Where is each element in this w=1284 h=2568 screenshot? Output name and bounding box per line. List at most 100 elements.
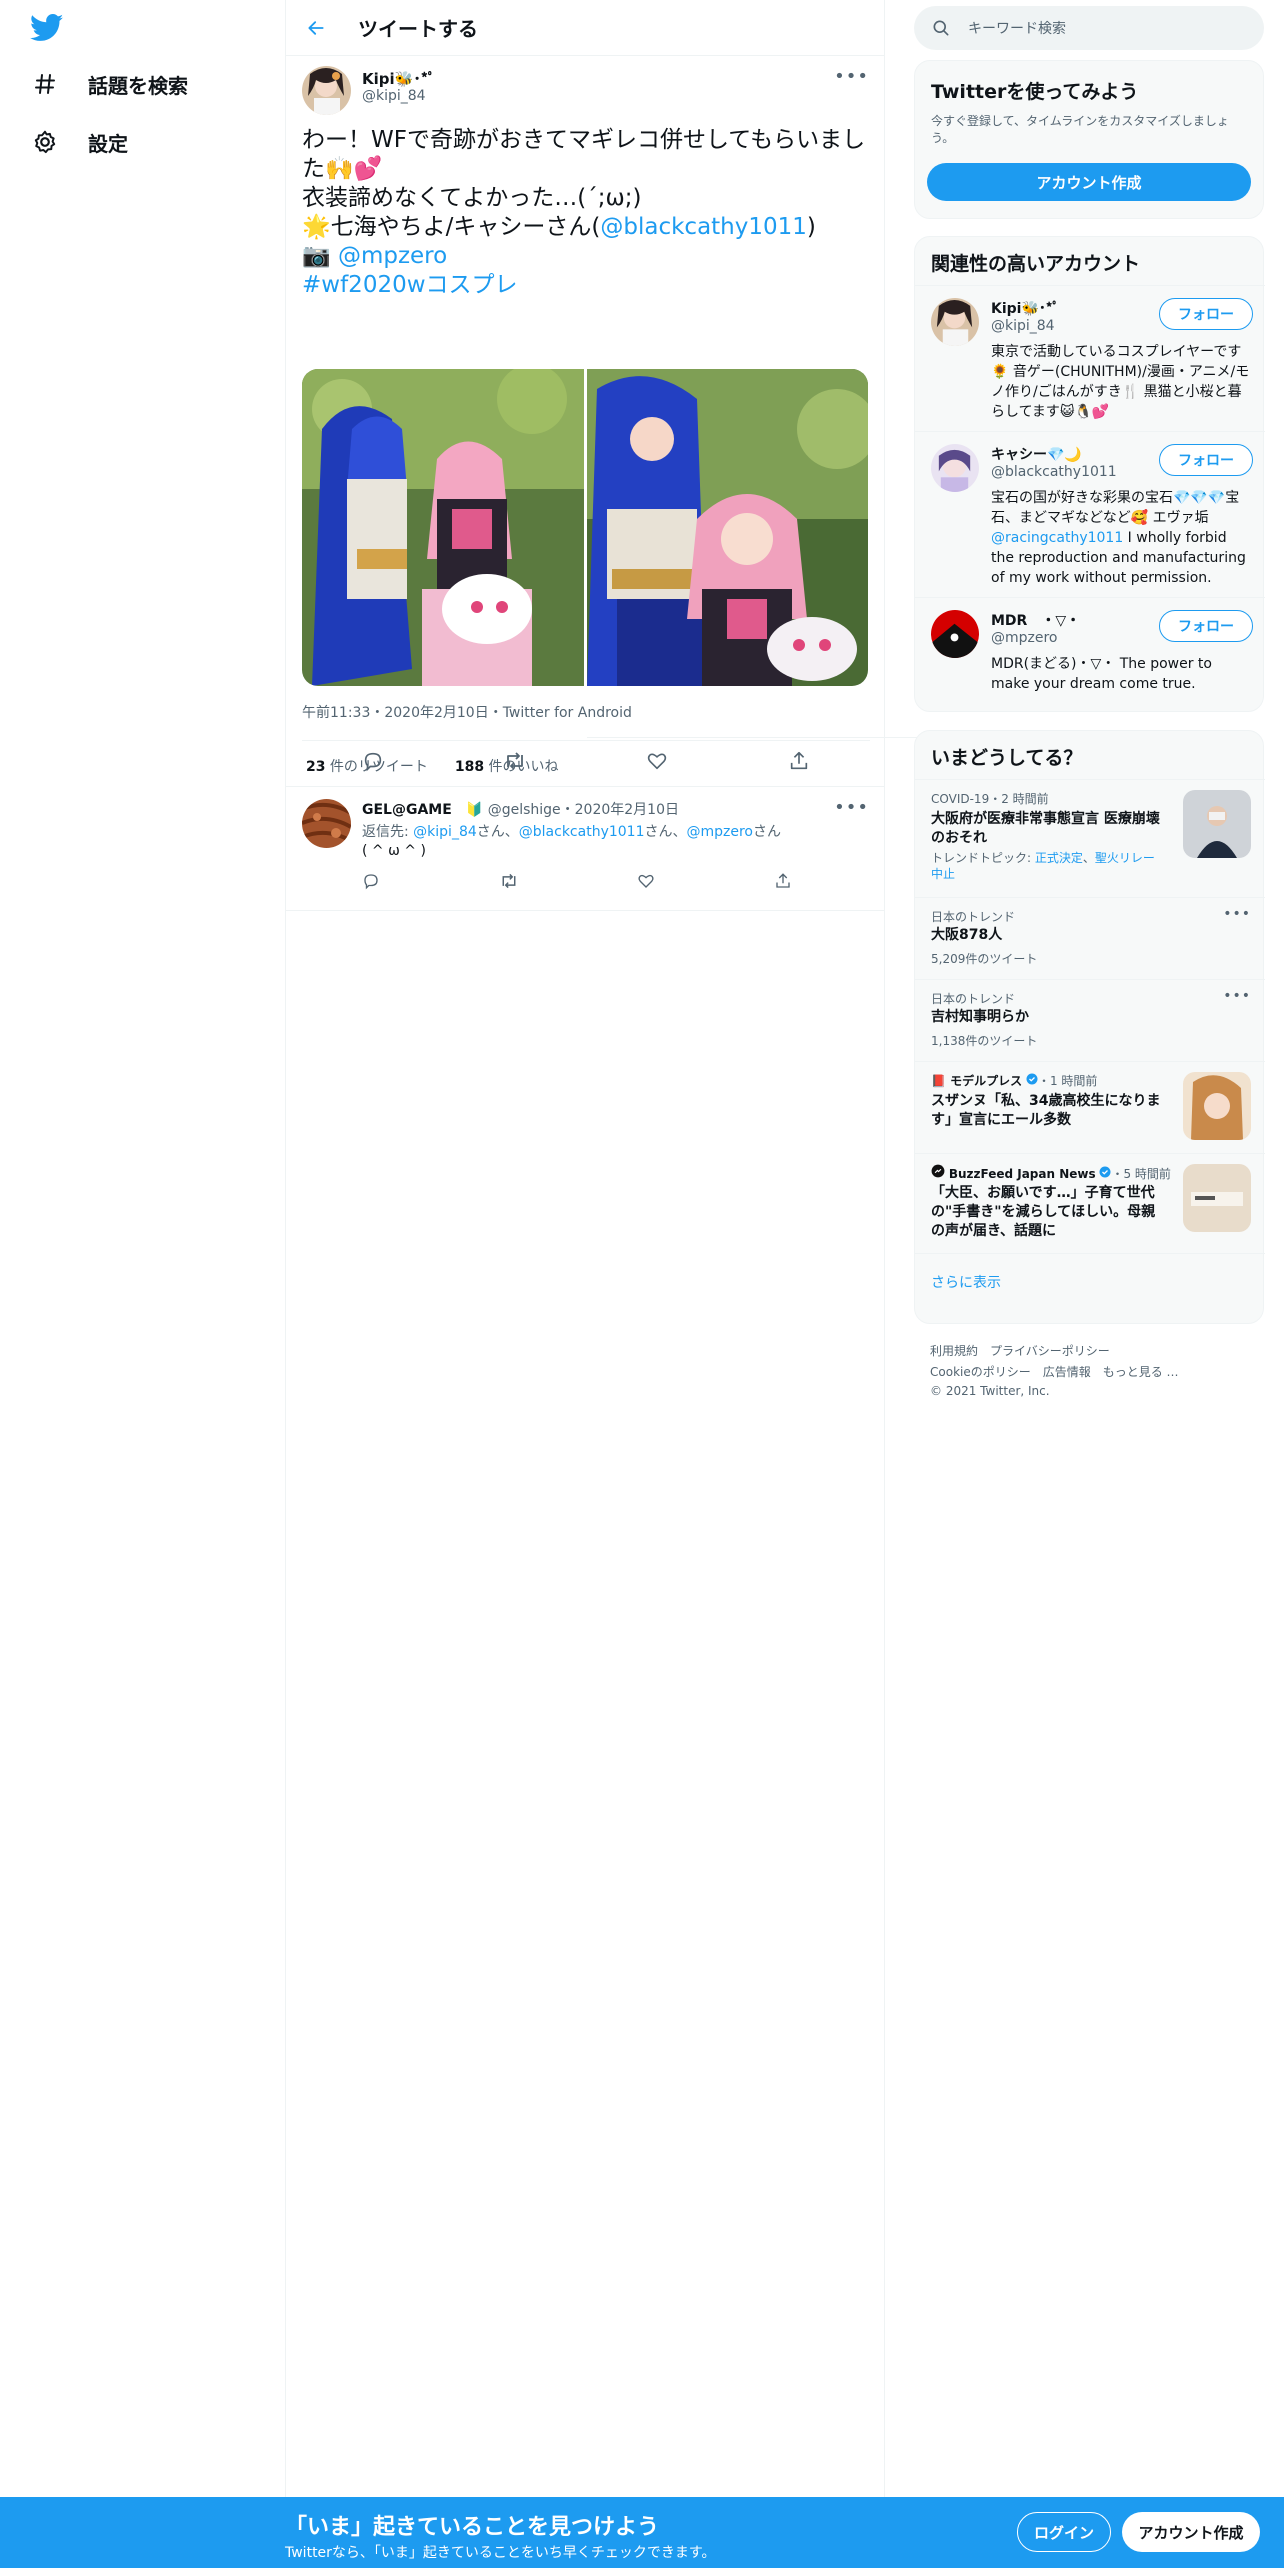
login-button[interactable]: ログイン: [1017, 2512, 1111, 2552]
reply-author-name[interactable]: GEL@GAME 🔰: [362, 802, 483, 818]
mention-link[interactable]: @blackcathy1011: [600, 214, 807, 240]
follow-button[interactable]: フォロー: [1159, 444, 1253, 476]
footer-links-2[interactable]: Cookieのポリシー 広告情報 もっと見る …: [930, 1363, 1179, 1380]
search-input[interactable]: キーワード検索: [968, 18, 1066, 38]
retweet-icon[interactable]: [499, 872, 519, 894]
bottom-subtitle: Twitterなら、「いま」起きていることをいち早くチェックできます。: [285, 2545, 716, 2561]
main-column: ツイートする Kipi🐝･*ﾟ @kipi_84 ••• わー！WFで奇跡がおき…: [285, 0, 1155, 2500]
news-source-name: 📕 モデルプレス: [931, 1074, 1023, 1088]
trend-context: COVID-19・2 時間前: [931, 792, 1049, 806]
news-source-name: BuzzFeed Japan News: [948, 1167, 1096, 1181]
mention-link[interactable]: @kipi_84: [413, 824, 477, 840]
nav-settings[interactable]: 設定: [30, 118, 128, 166]
trend-title: 大阪878人: [931, 927, 1003, 943]
news-thumbnail: [1183, 1072, 1251, 1140]
topic-separator: 、: [1082, 851, 1095, 865]
bottom-title: 「いま」起きていることを見つけよう: [285, 2515, 660, 2540]
main-tweet: Kipi🐝･*ﾟ @kipi_84 ••• わー！WFで奇跡がおきてマギレコ併せ…: [286, 56, 885, 787]
left-nav: 話題を検索 設定: [0, 0, 285, 2568]
related-title: 関連性の高いアカウント: [931, 253, 1141, 275]
follow-button[interactable]: フォロー: [1159, 610, 1253, 642]
trend-topics: トレンドトピック: 正式決定、聖火リレー中止: [931, 850, 1161, 882]
trend-more-icon[interactable]: •••: [1223, 906, 1251, 922]
search-box[interactable]: キーワード検索: [914, 6, 1264, 50]
share-icon[interactable]: [782, 744, 816, 778]
news-title: 「大臣、お願いです…」子育て世代の"手書き"を減らしてほしい。母親の声が届き、話…: [931, 1185, 1156, 1239]
hashtag-icon: [30, 69, 60, 99]
account-handle[interactable]: @kipi_84: [991, 318, 1055, 334]
mention-link[interactable]: @blackcathy1011: [519, 824, 645, 840]
reply-icon[interactable]: [362, 872, 380, 894]
account-handle[interactable]: @mpzero: [991, 630, 1058, 646]
back-arrow-icon[interactable]: [301, 13, 331, 43]
tweet-photo[interactable]: [302, 369, 584, 686]
account-avatar[interactable]: [931, 444, 979, 492]
footer-links-1[interactable]: 利用規約 プライバシーポリシー: [930, 1342, 1110, 1359]
reply-avatar[interactable]: [302, 799, 351, 848]
account-bio: 東京で活動しているコスプレイヤーです🌻 音ゲー(CHUNITHM)/漫画・アニメ…: [991, 344, 1250, 420]
nav-settings-label: 設定: [88, 131, 128, 156]
camera-emoji: 📷: [302, 243, 338, 269]
mention-link[interactable]: @racingcathy1011: [991, 530, 1123, 546]
reply-actions: [362, 872, 792, 894]
tweet-line: 🌟七海やちよ/キャシーさん(@blackcathy1011): [302, 213, 872, 242]
page-title: ツイートする: [358, 17, 478, 41]
reply-handle-date[interactable]: @gelshige・2020年2月10日: [488, 802, 679, 818]
signup-button[interactable]: アカウント作成: [1122, 2512, 1260, 2552]
tweet-line: 📷 @mpzero: [302, 242, 872, 271]
follow-button[interactable]: フォロー: [1159, 298, 1253, 330]
like-heart-icon[interactable]: [637, 872, 655, 894]
signup-title: Twitterを使ってみよう: [931, 81, 1139, 103]
create-account-button[interactable]: アカウント作成: [927, 163, 1251, 201]
twitter-bird-icon[interactable]: [29, 14, 64, 42]
news-time: ・5 時間前: [1111, 1167, 1171, 1181]
trend-item[interactable]: COVID-19・2 時間前 大阪府が医療非常事態宣言 医療崩壊のおそれ トレン…: [915, 779, 1265, 897]
hashtag-link[interactable]: #wf2020wコスプレ: [302, 272, 518, 298]
more-options-icon[interactable]: •••: [834, 797, 869, 818]
tweet-media[interactable]: [302, 369, 868, 686]
account-card[interactable]: MDR ・▽・ @mpzero フォロー MDR(まどる)・▽・ The pow…: [915, 597, 1265, 711]
account-handle[interactable]: @blackcathy1011: [991, 464, 1117, 480]
trend-context: 日本のトレンド: [931, 910, 1016, 924]
account-name[interactable]: キャシー💎🌙: [991, 444, 1082, 464]
show-more-link[interactable]: さらに表示: [931, 1272, 1001, 1292]
author-name[interactable]: Kipi🐝･*ﾟ: [362, 68, 435, 89]
reply-tweet[interactable]: GEL@GAME 🔰 @gelshige・2020年2月10日 ••• 返信先:…: [286, 787, 885, 911]
page-header: ツイートする: [286, 0, 884, 56]
reply-icon[interactable]: [356, 744, 390, 778]
related-accounts-panel: 関連性の高いアカウント Kipi🐝･*ﾟ @kipi_84 フォロー 東京で活動…: [914, 236, 1265, 712]
trend-item[interactable]: 日本のトレンド 吉村知事明らか 1,138件のツイート •••: [915, 979, 1265, 1061]
account-card[interactable]: Kipi🐝･*ﾟ @kipi_84 フォロー 東京で活動しているコスプレイヤーで…: [915, 285, 1265, 431]
account-avatar[interactable]: [931, 298, 979, 346]
topic-link[interactable]: 正式決定: [1035, 851, 1083, 865]
share-icon[interactable]: [774, 872, 792, 894]
trend-count: 1,138件のツイート: [931, 1034, 1038, 1048]
show-more-row[interactable]: さらに表示: [915, 1253, 1265, 1323]
mention-link[interactable]: @mpzero: [338, 243, 447, 269]
topic-label: トレンドトピック:: [931, 851, 1035, 865]
tweet-timestamp[interactable]: 午前11:33・2020年2月10日・Twitter for Android: [302, 702, 632, 722]
signup-panel: Twitterを使ってみよう 今すぐ登録して、タイムラインをカスタマイズしましょ…: [914, 60, 1264, 219]
trend-title: 吉村知事明らか: [931, 1009, 1029, 1025]
buzzfeed-logo-icon: [931, 1164, 945, 1181]
more-options-icon[interactable]: •••: [834, 66, 869, 87]
like-heart-icon[interactable]: [640, 744, 674, 778]
mention-link[interactable]: @mpzero: [686, 824, 753, 840]
news-item[interactable]: BuzzFeed Japan News ・5 時間前 「大臣、お願いです…」子育…: [915, 1153, 1265, 1253]
retweet-icon[interactable]: [498, 744, 532, 778]
author-avatar[interactable]: [302, 66, 351, 115]
author-handle[interactable]: @kipi_84: [362, 88, 426, 104]
account-card[interactable]: キャシー💎🌙 @blackcathy1011 フォロー 宝石の国が好きな彩果の宝…: [915, 431, 1265, 597]
trend-more-icon[interactable]: •••: [1223, 988, 1251, 1004]
tweet-line: わー！WFで奇跡がおきてマギレコ併せしてもらいました🙌💕: [302, 127, 866, 182]
trend-item[interactable]: 日本のトレンド 大阪878人 5,209件のツイート •••: [915, 897, 1265, 979]
nav-explore[interactable]: 話題を検索: [30, 60, 188, 108]
search-icon: [931, 18, 951, 38]
account-name[interactable]: MDR ・▽・: [991, 610, 1080, 630]
gear-icon: [30, 127, 60, 157]
signup-description: 今すぐ登録して、タイムラインをカスタマイズしましょう。: [931, 114, 1229, 145]
account-avatar[interactable]: [931, 610, 979, 658]
news-item[interactable]: 📕 モデルプレス ・1 時間前 スザンヌ「私、34歳高校生になります」宣言にエー…: [915, 1061, 1265, 1153]
account-name[interactable]: Kipi🐝･*ﾟ: [991, 298, 1059, 318]
tweet-photo[interactable]: [586, 369, 868, 686]
